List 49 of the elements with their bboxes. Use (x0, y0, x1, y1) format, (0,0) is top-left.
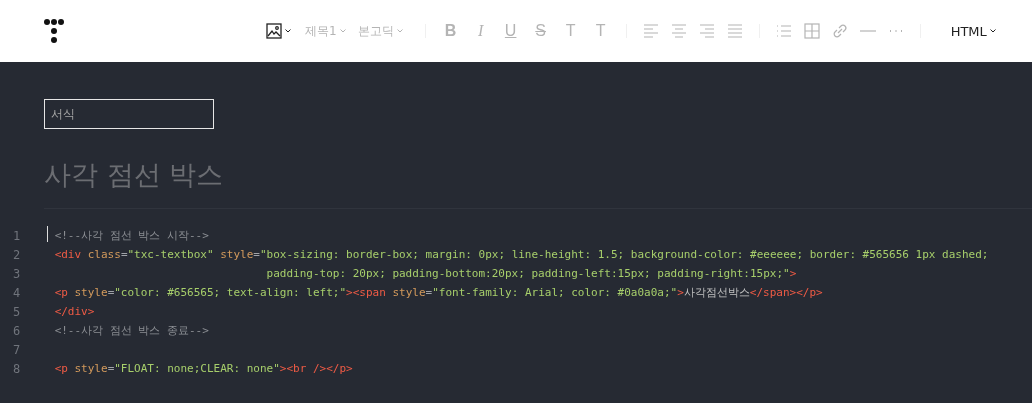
category-field[interactable]: 서식 (44, 99, 214, 129)
caret-icon (285, 29, 291, 33)
line-number: 1 (12, 228, 22, 243)
dropdown-label: 제목1 (305, 22, 337, 40)
code-punctuation: = (107, 286, 115, 299)
code-tag: ><br /></p> (279, 362, 353, 375)
line-number: 2 (12, 247, 22, 262)
mode-label: HTML (950, 23, 987, 39)
caret-icon (989, 29, 996, 33)
code-tag: <p (54, 286, 68, 299)
code-tag: <div (54, 248, 82, 261)
code-attribute: style (219, 248, 254, 261)
code-tag: <p (54, 362, 68, 375)
code-tag: </span></p> (749, 286, 823, 299)
dropdown-label: 본고딕 (357, 22, 394, 40)
code-text: 사각점선박스 (683, 286, 750, 299)
code-punctuation: = (120, 248, 128, 261)
code-tag: > (789, 267, 797, 280)
image-menu-button[interactable] (266, 21, 291, 41)
code-punctuation: = (253, 248, 260, 261)
code-attribute: style (73, 286, 108, 299)
line-number: 6 (12, 323, 22, 338)
code-value: "box-sizing: border-box; margin: 0px; line-height: 1.5; background-color: #eeeeee; border: #565656 1px dashed; (259, 248, 989, 261)
code-comment: <!--사각 점선 박스 시작--> (54, 229, 209, 242)
logo-icon (44, 19, 64, 45)
code-punctuation: = (425, 286, 433, 299)
line-number: 4 (12, 285, 22, 300)
code-value: "font-family: Arial; color: #0a0a0a;" (432, 286, 678, 299)
post-title[interactable]: 사각 점선 박스 (44, 157, 224, 193)
code-tag: ><span (346, 286, 386, 299)
code-attribute: class (86, 248, 121, 261)
line-number: 8 (12, 361, 22, 376)
caret-icon (339, 29, 346, 33)
line-number: 5 (12, 304, 22, 319)
line-number: 7 (12, 342, 22, 357)
text-cursor (47, 226, 48, 242)
code-value: "txc-textbox" (127, 248, 214, 261)
line-number: 3 (12, 266, 22, 281)
code-value: "color: #656565; text-align: left;" (114, 286, 347, 299)
code-value: padding-top: 20px; padding-bottom:20px; padding-left:15px; padding-right:15px;" (266, 267, 790, 280)
code-comment: <!--사각 점선 박스 종료--> (54, 324, 209, 337)
caret-icon (396, 29, 403, 33)
code-tag: > (677, 286, 684, 299)
editor-mode-dropdown[interactable]: HTML (950, 23, 996, 39)
code-attribute: style (73, 362, 108, 375)
code-attribute: style (391, 286, 426, 299)
code-punctuation: = (107, 362, 115, 375)
code-value: "FLOAT: none;CLEAR: none" (114, 362, 280, 375)
code-tag: </div> (54, 305, 95, 318)
